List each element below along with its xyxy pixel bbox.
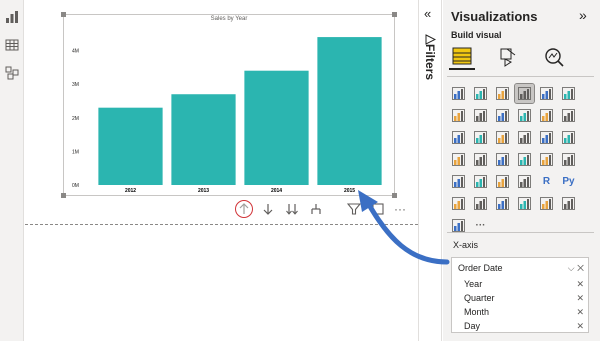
bar-chart-visual[interactable]: Sales by Year 0M 1M 2M 3M 4M 2012 2013 2014 2015 — [61, 12, 397, 198]
r-visual-icon[interactable]: R — [537, 172, 556, 191]
y-tick-label: 0M — [72, 183, 79, 189]
qa-icon[interactable] — [493, 194, 512, 213]
report-canvas[interactable]: Sales by Year 0M 1M 2M 3M 4M 2012 2013 2014 2015… — [25, 0, 418, 341]
funnel-chart-icon[interactable] — [471, 128, 490, 147]
key-influencers-icon[interactable] — [449, 194, 468, 213]
field-level-label: Month — [464, 307, 490, 317]
y-tick-label: 4M — [72, 49, 79, 55]
build-visual-tab-icon[interactable] — [449, 44, 475, 70]
bar-2014[interactable] — [244, 70, 309, 185]
line-chart-icon[interactable] — [449, 106, 468, 125]
field-level-quarter[interactable]: Quarter ✕ — [458, 291, 584, 305]
x-tick-label: 2014 — [271, 188, 282, 194]
x-tick-label: 2015 — [344, 188, 355, 194]
build-tabs — [449, 44, 567, 70]
drill-down-icon[interactable] — [259, 200, 277, 218]
donut-chart-icon[interactable] — [537, 128, 556, 147]
bar-2012[interactable] — [98, 107, 163, 185]
visual-type-gallery: R Py ··· — [449, 83, 589, 235]
x-tick-label: 2012 — [125, 188, 136, 194]
stacked-area-icon[interactable] — [493, 106, 512, 125]
field-level-label: Day — [464, 321, 481, 331]
waterfall-icon[interactable] — [449, 128, 468, 147]
report-view-icon[interactable] — [5, 10, 19, 24]
expand-pane-icon[interactable]: » — [579, 7, 587, 23]
line-stacked-column-icon[interactable] — [537, 106, 556, 125]
remove-field-icon[interactable]: ✕ — [577, 263, 584, 273]
y-tick-label: 2M — [72, 116, 79, 122]
kpi-icon[interactable] — [449, 172, 468, 191]
filters-pane-collapsed[interactable]: « Filters — [418, 0, 442, 341]
y-tick-label: 1M — [72, 149, 79, 155]
visualizations-pane: Visualizations » Build visual R Py ··· X-a… — [443, 0, 600, 341]
x-axis-well-label: X-axis — [453, 240, 479, 250]
pane-title: Visualizations — [451, 9, 538, 24]
x-tick-label: 2013 — [198, 188, 209, 194]
drill-up-icon[interactable] — [235, 200, 253, 218]
table-icon[interactable] — [493, 172, 512, 191]
python-visual-icon[interactable]: Py — [559, 172, 578, 191]
left-view-rail — [0, 0, 24, 341]
matrix-icon[interactable] — [515, 172, 534, 191]
line-column-icon[interactable] — [515, 106, 534, 125]
format-visual-tab-icon[interactable] — [495, 44, 521, 70]
100-bar-icon[interactable] — [537, 84, 556, 103]
azure-map-icon[interactable] — [493, 150, 512, 169]
power-apps-icon[interactable] — [559, 194, 578, 213]
stacked-column-icon[interactable] — [471, 84, 490, 103]
filled-map-icon[interactable] — [471, 150, 490, 169]
analytics-tab-icon[interactable] — [541, 44, 567, 70]
field-name: Order Date — [458, 263, 503, 273]
field-level-label: Quarter — [464, 293, 495, 303]
ribbon-chart-icon[interactable] — [559, 106, 578, 125]
clustered-bar-icon[interactable] — [493, 84, 512, 103]
visual-header-toolbar: ··· — [235, 198, 407, 220]
100-column-icon[interactable] — [559, 84, 578, 103]
field-hierarchy-order-date[interactable]: Order Date ⌵ ✕ — [458, 261, 584, 275]
slicer-icon[interactable] — [471, 172, 490, 191]
divider — [447, 76, 594, 77]
go-to-next-level-icon[interactable] — [283, 200, 301, 218]
field-level-day[interactable]: Day ✕ — [458, 319, 584, 333]
multi-row-card-icon[interactable] — [559, 150, 578, 169]
y-tick-label: 3M — [72, 82, 79, 88]
bar-2015[interactable] — [317, 37, 382, 185]
treemap-icon[interactable] — [559, 128, 578, 147]
decomposition-tree-icon[interactable] — [471, 194, 490, 213]
gauge-icon[interactable] — [515, 150, 534, 169]
more-options-icon[interactable]: ··· — [393, 200, 407, 218]
field-level-month[interactable]: Month ✕ — [458, 305, 584, 319]
field-level-year[interactable]: Year ✕ — [458, 277, 584, 291]
bar-2013[interactable] — [171, 94, 236, 185]
map-icon[interactable] — [449, 150, 468, 169]
focus-mode-icon[interactable] — [369, 200, 387, 218]
smart-narrative-icon[interactable] — [515, 194, 534, 213]
chevron-down-icon[interactable]: ⌵ — [568, 263, 575, 273]
pie-chart-icon[interactable] — [515, 128, 534, 147]
clustered-column-icon[interactable] — [514, 83, 535, 104]
stacked-bar-icon[interactable] — [449, 84, 468, 103]
remove-level-icon[interactable]: ✕ — [576, 307, 584, 318]
table-view-icon[interactable] — [5, 38, 19, 52]
expand-hierarchy-icon[interactable] — [307, 200, 325, 218]
x-axis-field-well[interactable]: Order Date ⌵ ✕ Year ✕ Quarter ✕ Month ✕ Day… — [451, 257, 589, 333]
field-level-label: Year — [464, 279, 483, 289]
scatter-icon[interactable] — [493, 128, 512, 147]
card-icon[interactable] — [537, 150, 556, 169]
build-visual-label: Build visual — [451, 30, 502, 40]
remove-level-icon[interactable]: ✕ — [576, 293, 584, 304]
remove-level-icon[interactable]: ✕ — [576, 279, 584, 290]
paginated-report-icon[interactable] — [537, 194, 556, 213]
collapse-pane-icon[interactable]: « — [424, 6, 431, 21]
filters-label[interactable]: Filters — [423, 44, 437, 80]
filter-icon[interactable] — [345, 200, 363, 218]
divider — [447, 232, 594, 233]
page-divider — [25, 224, 418, 225]
field-controls: ⌵ ✕ — [568, 263, 584, 274]
area-chart-icon[interactable] — [471, 106, 490, 125]
remove-level-icon[interactable]: ✕ — [576, 321, 584, 332]
model-view-icon[interactable] — [5, 66, 19, 80]
